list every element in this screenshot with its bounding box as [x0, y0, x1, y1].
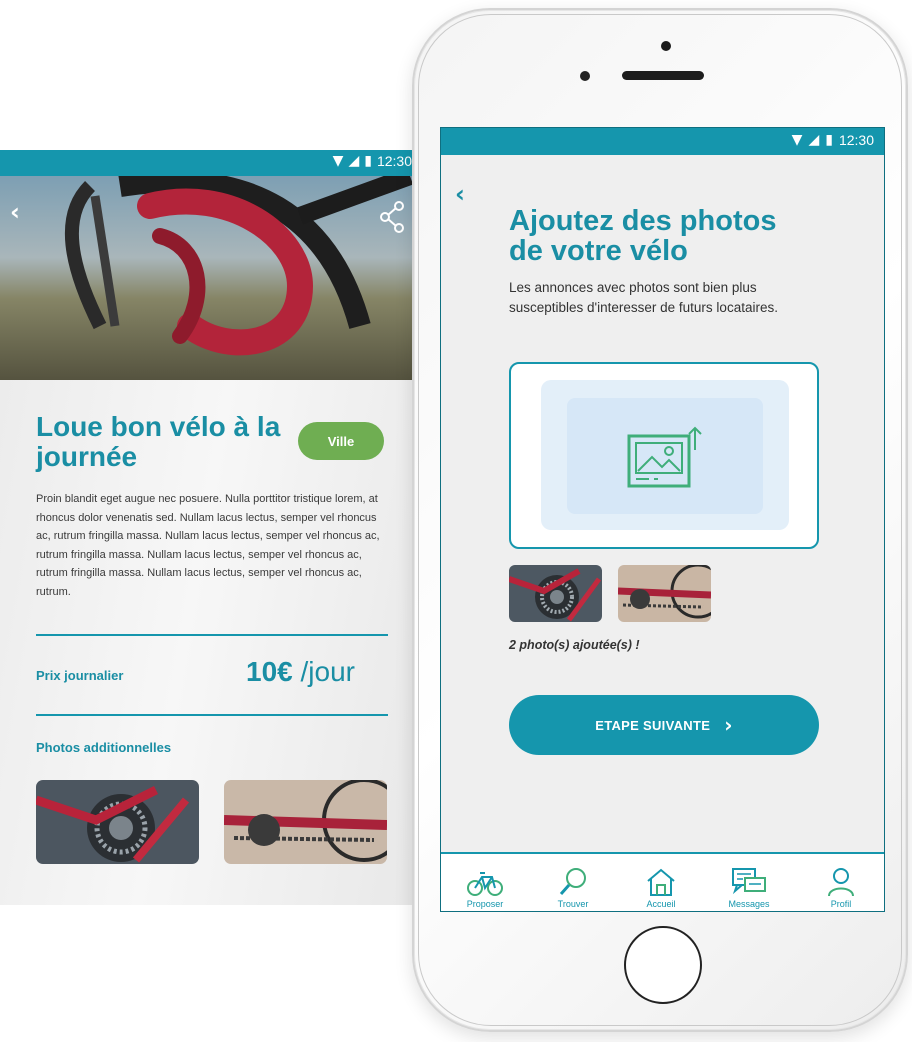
next-step-label: ETAPE SUIVANTE	[595, 717, 711, 733]
status-icons: ▼ ◢ ▮ 12:30	[333, 153, 412, 169]
page-description: Les annonces avec photos sont bien plus …	[509, 280, 778, 315]
bike-hero-photo: ‹	[0, 176, 420, 380]
tab-label: Trouver	[557, 899, 589, 909]
tab-trouver[interactable]: Trouver	[529, 854, 617, 911]
status-bar: ▼ ◢ ▮ 12:30	[0, 150, 420, 176]
divider	[36, 714, 388, 716]
back-arrow-icon[interactable]: ‹	[10, 198, 20, 226]
photos-label: Photos additionnelles	[36, 740, 172, 755]
uploaded-photo-2[interactable]	[618, 565, 711, 622]
status-icons: ▼ ◢ ▮ 12:30	[792, 132, 874, 148]
search-icon	[559, 868, 586, 895]
additional-photo-1[interactable]	[36, 780, 199, 864]
upload-image-icon	[627, 426, 702, 488]
listing-description: Proin blandit eget augue nec posuere. Nu…	[36, 493, 380, 598]
next-step-button[interactable]: ETAPE SUIVANTE ›	[509, 695, 819, 755]
uploaded-photo-1[interactable]	[509, 565, 602, 622]
battery-icon: ▮	[825, 132, 833, 148]
price-label: Prix journalier	[36, 668, 124, 683]
bike-icon	[467, 872, 503, 896]
home-button[interactable]	[624, 926, 702, 1004]
status-bar: ▼ ◢ ▮ 12:30	[441, 128, 884, 155]
battery-icon: ▮	[364, 153, 372, 169]
sensor-icon	[580, 71, 590, 81]
home-icon	[647, 868, 675, 896]
tab-messages[interactable]: Messages	[705, 854, 793, 911]
speaker-grille	[622, 71, 704, 80]
signal-icon: ◢	[808, 132, 820, 148]
additional-photo-2[interactable]	[224, 780, 387, 864]
profile-icon	[828, 868, 854, 897]
tab-label: Messages	[728, 899, 770, 909]
tab-profil[interactable]: Profil	[797, 854, 884, 911]
price-amount: 10€	[246, 656, 293, 687]
phone-screen: ▼ ◢ ▮ 12:30 ‹ Ajoutez des photos de votr…	[440, 127, 885, 912]
chevron-right-icon: ›	[724, 713, 733, 737]
tab-label: Profil	[830, 899, 852, 909]
price-value: 10€ /jour	[246, 656, 355, 688]
tab-label: Accueil	[646, 899, 676, 909]
category-badge: Ville	[298, 422, 384, 460]
tab-accueil[interactable]: Accueil	[617, 854, 705, 911]
page-title: Ajoutez des photos de votre vélo	[509, 205, 777, 267]
listing-title: Loue bon vélo à la journée	[36, 411, 281, 472]
back-arrow-icon[interactable]: ‹	[455, 180, 465, 208]
price-unit: /jour	[292, 656, 355, 687]
divider	[36, 634, 388, 636]
tab-label: Proposer	[466, 899, 504, 909]
photos-added-message: 2 photo(s) ajoutée(s) !	[509, 638, 640, 652]
status-time: 12:30	[376, 153, 412, 169]
front-camera-icon	[661, 41, 671, 51]
photo-upload-dropzone[interactable]	[509, 362, 819, 549]
upload-area-inner	[567, 398, 763, 514]
wifi-icon: ▼	[332, 153, 344, 169]
status-time: 12:30	[838, 132, 874, 148]
wifi-icon: ▼	[791, 132, 803, 148]
signal-icon: ◢	[348, 153, 360, 169]
messages-icon	[732, 868, 766, 895]
tab-proposer[interactable]: Proposer	[441, 854, 529, 911]
bottom-tab-bar: Proposer Trouver Accueil Messages Profil	[441, 852, 884, 911]
share-icon[interactable]	[377, 200, 407, 234]
upload-area	[541, 380, 789, 530]
